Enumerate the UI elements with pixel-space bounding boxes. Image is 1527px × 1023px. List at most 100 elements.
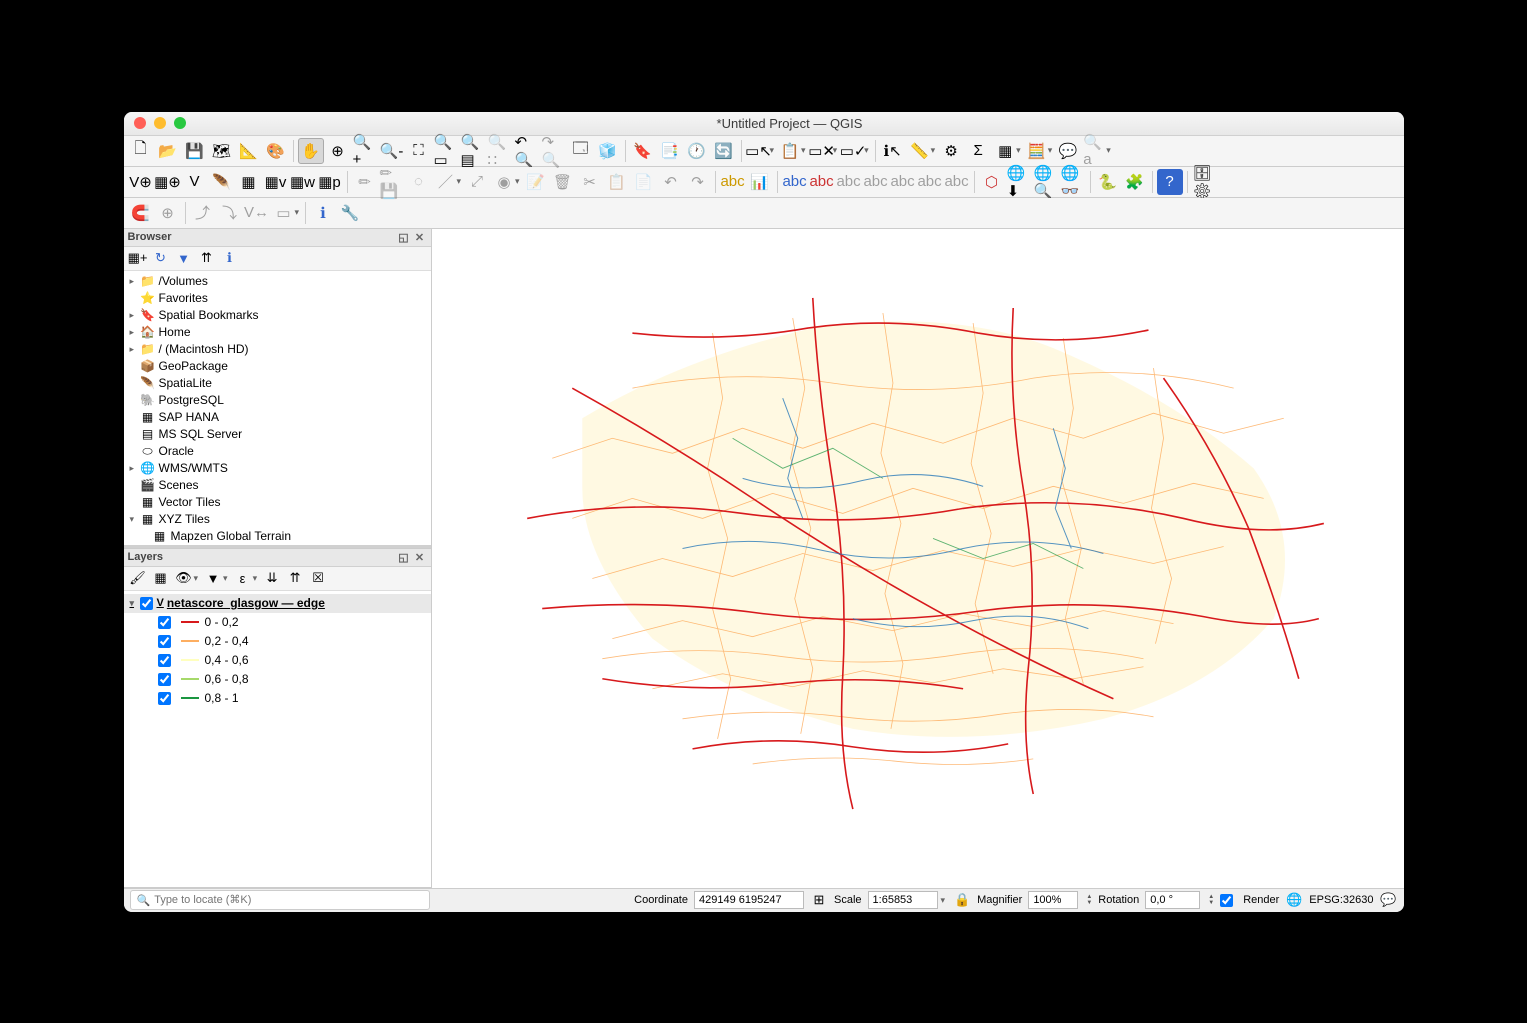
paste-features-button[interactable]: 📄 [631, 169, 657, 195]
messages-icon[interactable]: 💬 [1380, 891, 1398, 909]
add-virtual-layer-button[interactable]: ▦v [263, 169, 289, 195]
show-bookmarks-button[interactable]: 📑 [657, 138, 683, 164]
rotate-label-button[interactable]: abc [890, 169, 916, 195]
toggle-extents-icon[interactable]: ⊞ [810, 891, 828, 909]
toolbox-button[interactable]: ⚙ [938, 138, 964, 164]
browser-item[interactable]: ▦SAP HANA [124, 409, 431, 426]
maximize-button[interactable] [174, 117, 186, 129]
browser-item[interactable]: ▦OpenStreetMap [124, 545, 431, 548]
locator-bar[interactable]: 🔍 [130, 890, 430, 910]
new-map-view-button[interactable]: 🗔 [568, 138, 594, 164]
panel-float-icon[interactable]: ◱ [397, 230, 411, 244]
browser-item[interactable]: 🐘PostgreSQL [124, 392, 431, 409]
zoom-full-button[interactable]: ⛶ [406, 138, 432, 164]
show-layout-manager-button[interactable]: 📐 [236, 138, 262, 164]
add-mesh-layer-button[interactable]: V [182, 169, 208, 195]
action-button[interactable]: 🔧 [337, 200, 363, 226]
disclosure-icon[interactable]: ▾ [130, 598, 140, 609]
zoom-to-layer-button[interactable]: 🔍▤ [460, 138, 486, 164]
panel-float-icon[interactable]: ◱ [397, 550, 411, 564]
browser-item[interactable]: ▸🌐WMS/WMTS [124, 460, 431, 477]
snap-vertex-button[interactable]: ⤵ [217, 200, 243, 226]
layer-style-icon[interactable]: 🖌 [128, 568, 148, 588]
vertex-tool-button[interactable]: ◉ [491, 169, 517, 195]
new-bookmark-button[interactable]: 🔖 [630, 138, 656, 164]
save-layer-edits-button[interactable]: ✏💾 [379, 169, 405, 195]
legend-class-row[interactable]: 0,8 - 1 [124, 689, 431, 708]
add-raster-layer-button[interactable]: ▦⊕ [155, 169, 181, 195]
refresh-browser-icon[interactable]: ↻ [151, 248, 171, 268]
class-visible-checkbox[interactable] [158, 616, 171, 629]
move-feature-button[interactable]: ⤢ [464, 169, 490, 195]
filter-browser-icon[interactable]: ▼ [174, 248, 194, 268]
add-group-icon[interactable]: ▦ [151, 568, 171, 588]
style-manager-button[interactable]: 🎨 [263, 138, 289, 164]
scale-dropdown-icon[interactable]: ▾ [941, 895, 946, 906]
zoom-next-button[interactable]: ↷🔍 [541, 138, 567, 164]
label-tool-button[interactable]: abc [720, 169, 746, 195]
select-features-button[interactable]: ▭↖ [746, 138, 772, 164]
osm-button[interactable]: 🌐👓 [1060, 169, 1086, 195]
attribute-table-button[interactable]: ▦ [992, 138, 1018, 164]
redo-button[interactable]: ↷ [685, 169, 711, 195]
add-csv-layer-button[interactable]: 🪶 [209, 169, 235, 195]
osm-search-button[interactable]: 🌐🔍 [1033, 169, 1059, 195]
osm-download-button[interactable]: 🌐⬇ [1006, 169, 1032, 195]
save-project-button[interactable]: 💾 [182, 138, 208, 164]
cut-features-button[interactable]: ✂ [577, 169, 603, 195]
add-feature-button[interactable]: ◌ [406, 169, 432, 195]
rotation-spinner[interactable]: ▲▼ [1208, 894, 1214, 906]
select-all-button[interactable]: ▭✓ [840, 138, 866, 164]
pan-map-button[interactable]: ✋ [298, 138, 324, 164]
add-line-button[interactable]: ／ [433, 169, 459, 195]
identify-features-button[interactable]: ℹ↖ [880, 138, 906, 164]
browser-item[interactable]: 🎬Scenes [124, 477, 431, 494]
plugin-tool-1[interactable]: ⬡ [979, 169, 1005, 195]
browser-item[interactable]: 🪶SpatiaLite [124, 375, 431, 392]
disclosure-icon[interactable]: ▸ [130, 344, 140, 355]
browser-item[interactable]: ▾▦XYZ Tiles [124, 511, 431, 528]
identify-button[interactable]: ℹ [310, 200, 336, 226]
expand-all-icon[interactable]: ⇊ [262, 568, 282, 588]
toggle-editing-button[interactable]: ✏ [352, 169, 378, 195]
magnifier-spinner[interactable]: ▲▼ [1086, 894, 1092, 906]
measure-button[interactable]: 📏 [907, 138, 933, 164]
disclosure-icon[interactable]: ▾ [130, 514, 140, 525]
browser-item[interactable]: ⬭Oracle [124, 443, 431, 460]
diagram-tool-button[interactable]: 📊 [747, 169, 773, 195]
collapse-all-icon[interactable]: ⇈ [285, 568, 305, 588]
python-console-button[interactable]: 🐍 [1095, 169, 1121, 195]
new-print-layout-button[interactable]: 🗺 [209, 138, 235, 164]
class-visible-checkbox[interactable] [158, 654, 171, 667]
legend-class-row[interactable]: 0 - 0,2 [124, 613, 431, 632]
browser-item[interactable]: ▦Mapzen Global Terrain [124, 528, 431, 545]
browser-item[interactable]: ▸📁/ (Macintosh HD) [124, 341, 431, 358]
class-visible-checkbox[interactable] [158, 692, 171, 705]
disclosure-icon[interactable]: ▸ [130, 463, 140, 474]
browser-item[interactable]: ▸🔖Spatial Bookmarks [124, 307, 431, 324]
pan-to-selection-button[interactable]: ⊕ [325, 138, 351, 164]
undo-button[interactable]: ↶ [658, 169, 684, 195]
zoom-in-button[interactable]: 🔍+ [352, 138, 378, 164]
plugins-button[interactable]: 🧩 [1122, 169, 1148, 195]
panel-close-icon[interactable]: ✕ [413, 550, 427, 564]
move-label-button[interactable]: abc [863, 169, 889, 195]
add-wms-layer-button[interactable]: ▦w [290, 169, 316, 195]
legend-class-row[interactable]: 0,6 - 0,8 [124, 670, 431, 689]
change-label-button[interactable]: abc [917, 169, 943, 195]
manage-visibility-icon[interactable]: 👁 [174, 568, 194, 588]
deselect-all-button[interactable]: ▭✕ [809, 138, 835, 164]
refresh-button[interactable]: 🔄 [711, 138, 737, 164]
add-layer-icon[interactable]: ▦+ [128, 248, 148, 268]
panel-close-icon[interactable]: ✕ [413, 230, 427, 244]
browser-item[interactable]: ⭐Favorites [124, 290, 431, 307]
snapping-button[interactable]: 🧲 [128, 200, 154, 226]
select-by-value-button[interactable]: 📋 [777, 138, 803, 164]
snap-settings-button[interactable]: ⊕ [155, 200, 181, 226]
browser-item[interactable]: ▤MS SQL Server [124, 426, 431, 443]
pin-label-button[interactable]: abc [809, 169, 835, 195]
statistics-button[interactable]: Σ [965, 138, 991, 164]
minimize-button[interactable] [154, 117, 166, 129]
disclosure-icon[interactable]: ▸ [130, 310, 140, 321]
browser-item[interactable]: 📦GeoPackage [124, 358, 431, 375]
